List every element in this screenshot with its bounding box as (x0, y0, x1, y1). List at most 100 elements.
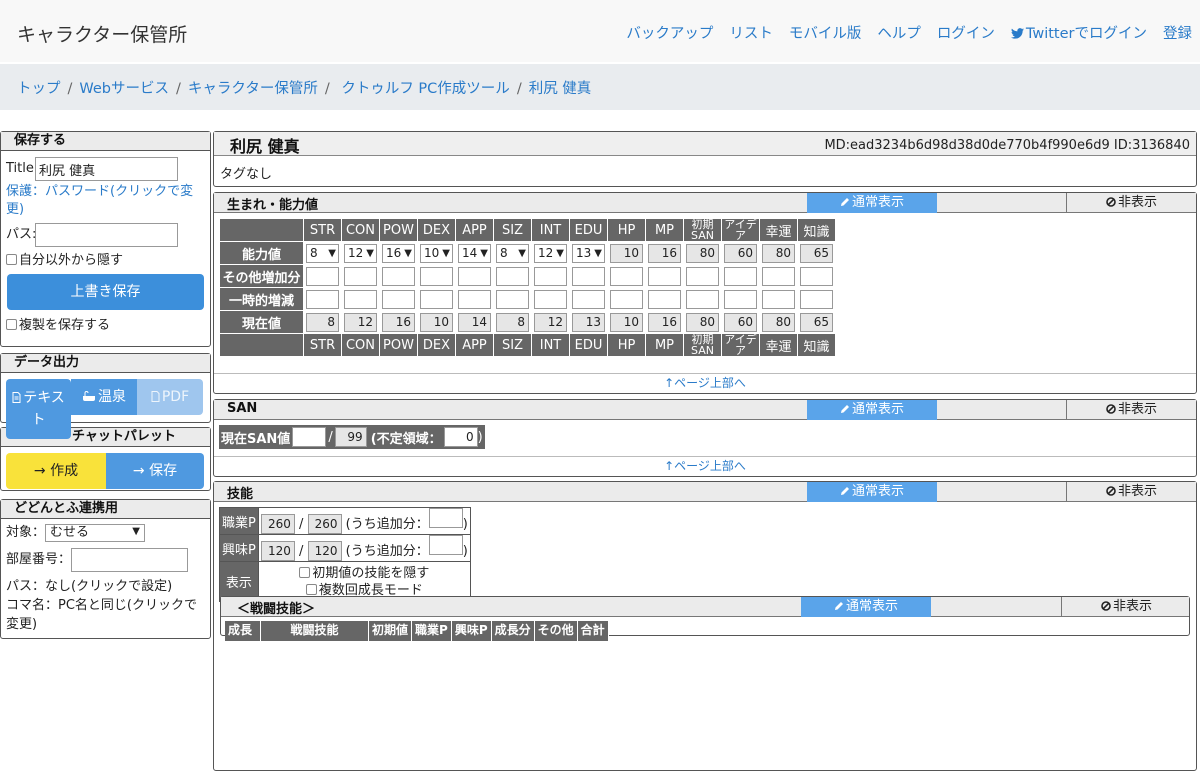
nav-list[interactable]: リスト (729, 22, 773, 43)
other-input-13[interactable] (800, 266, 833, 286)
temp-input-8[interactable] (610, 289, 643, 309)
pass-input[interactable] (35, 223, 178, 247)
title-input[interactable] (35, 157, 178, 181)
page-top-link[interactable]: ↑ページ上部へ (664, 459, 746, 473)
temp-input-10[interactable] (686, 289, 719, 309)
ability-select-6[interactable]: 12 ▼ (534, 243, 567, 263)
san-hide-button[interactable]: 非表示 (1066, 400, 1196, 420)
other-input-3[interactable] (420, 266, 453, 286)
abilities-hide-button[interactable]: 非表示 (1066, 193, 1196, 213)
ability-footer-4: APP (455, 333, 494, 357)
abilities-normal-button[interactable]: 通常表示 (807, 193, 937, 213)
character-meta: MD:ead3234b6d98d38d0de770b4f990e6d9 ID:3… (824, 138, 1190, 153)
skills-normal-label: 通常表示 (851, 484, 904, 499)
text-export-button[interactable]: テキスト (6, 379, 71, 439)
ability-select-3[interactable]: 10 ▼ (420, 243, 453, 263)
temp-input-7[interactable] (572, 289, 605, 309)
max-san-value: 99 (334, 427, 367, 447)
target-select[interactable]: むせる ▼ (45, 524, 145, 542)
ability-select-7[interactable]: 13 ▼ (572, 243, 605, 263)
crumb-storage[interactable]: キャラクター保管所 (188, 81, 318, 97)
other-input-6[interactable] (534, 266, 567, 286)
site-brand[interactable]: キャラクター保管所 (17, 20, 187, 47)
job-extra-input[interactable] (428, 508, 463, 528)
temp-input-9[interactable] (648, 289, 681, 309)
ability-select-value-0: 8 (310, 245, 318, 260)
nav-help[interactable]: ヘルプ (877, 22, 921, 43)
temp-input-4[interactable] (458, 289, 491, 309)
ability-current-value-7: 13 (572, 312, 605, 332)
protect-link[interactable]: 保護：パスワード(クリックで変更) (6, 184, 193, 217)
ability-select-5[interactable]: 8 ▼ (496, 243, 529, 263)
onsen-export-button[interactable]: 温泉 (71, 379, 137, 415)
overwrite-save-button[interactable]: 上書き保存 (7, 274, 204, 310)
ability-base-value-11: 60 (724, 243, 757, 263)
ability-select-2[interactable]: 16 ▼ (382, 243, 415, 263)
file-pdf-icon (151, 391, 160, 402)
koma-name-text[interactable]: コマ名：PC名と同じ(クリックで変更) (6, 598, 197, 632)
ability-select-4[interactable]: 14 ▼ (458, 243, 491, 263)
nav-mobile[interactable]: モバイル版 (789, 22, 862, 43)
temp-input-2[interactable] (382, 289, 415, 309)
temp-input-12[interactable] (762, 289, 795, 309)
ability-header-2: POW (379, 218, 418, 242)
nav-login[interactable]: ログイン (937, 22, 995, 43)
indef-input[interactable]: 0 (443, 427, 478, 447)
other-input-9[interactable] (648, 266, 681, 286)
san-normal-button[interactable]: 通常表示 (807, 400, 937, 420)
chat-save-button[interactable]: → 保存 (106, 453, 204, 489)
ability-base-value-13: 65 (800, 243, 833, 263)
chat-create-button[interactable]: → 作成 (6, 453, 106, 489)
other-input-11[interactable] (724, 266, 757, 286)
hobby-extra-input[interactable] (428, 535, 463, 555)
temp-input-13[interactable] (800, 289, 833, 309)
room-input[interactable] (71, 548, 188, 572)
other-input-4[interactable] (458, 266, 491, 286)
temp-input-3[interactable] (420, 289, 453, 309)
skills-hide-button[interactable]: 非表示 (1066, 482, 1196, 502)
temp-input-6[interactable] (534, 289, 567, 309)
nav-twitter-login[interactable]: Twitterでログイン (1010, 22, 1147, 43)
crumb-top[interactable]: トップ (17, 81, 61, 97)
nav-backup[interactable]: バックアップ (626, 22, 713, 43)
combat-hide-button[interactable]: 非表示 (1061, 597, 1191, 617)
character-title-box: 利尻 健真 MD:ead3234b6d98d38d0de770b4f990e6d… (213, 131, 1197, 187)
other-input-7[interactable] (572, 266, 605, 286)
other-input-1[interactable] (344, 266, 377, 286)
skills-normal-button[interactable]: 通常表示 (807, 482, 937, 502)
current-san-input[interactable] (292, 427, 327, 447)
page-top-link[interactable]: ↑ページ上部へ (664, 376, 746, 390)
multi-growth-checkbox[interactable] (305, 583, 317, 595)
dodontof-pass-text[interactable]: パス：なし(クリックで設定) (6, 579, 172, 594)
temp-input-1[interactable] (344, 289, 377, 309)
abilities-header-row: STR CON POW DEX APP SIZ INT EDU HP MP 初期SAN アイデア 幸運知… (219, 218, 836, 242)
copy-checkbox[interactable] (6, 319, 17, 330)
hide-initial-checkbox[interactable] (299, 566, 311, 578)
other-input-2[interactable] (382, 266, 415, 286)
ability-select-value-4: 14 (462, 245, 478, 260)
ability-select-1[interactable]: 12 ▼ (344, 243, 377, 263)
other-input-0[interactable] (306, 266, 339, 286)
other-input-8[interactable] (610, 266, 643, 286)
ability-current-value-9: 16 (648, 312, 681, 332)
combat-normal-button[interactable]: 通常表示 (801, 597, 931, 617)
ability-footer-8: HP (607, 333, 646, 357)
ability-header-4: APP (455, 218, 494, 242)
crumb-character[interactable]: 利尻 健真 (529, 81, 592, 97)
temp-input-11[interactable] (724, 289, 757, 309)
temp-input-0[interactable] (306, 289, 339, 309)
ability-footer-1: CON (341, 333, 380, 357)
crumb-web[interactable]: Webサービス (79, 81, 169, 97)
other-input-5[interactable] (496, 266, 529, 286)
hide-checkbox[interactable] (6, 254, 17, 265)
crumb-tool[interactable]: クトゥルフ PC作成ツール (337, 81, 510, 97)
chevron-down-icon: ▼ (404, 247, 412, 259)
other-input-10[interactable] (686, 266, 719, 286)
nav-register[interactable]: 登録 (1163, 22, 1192, 43)
pdf-export-button[interactable]: PDF (137, 379, 203, 415)
ability-select-0[interactable]: 8 ▼ (306, 243, 339, 263)
chevron-down-icon: ▼ (594, 247, 602, 259)
other-input-12[interactable] (762, 266, 795, 286)
temp-input-5[interactable] (496, 289, 529, 309)
combat-col-skill: 戦闘技能 (261, 621, 369, 641)
